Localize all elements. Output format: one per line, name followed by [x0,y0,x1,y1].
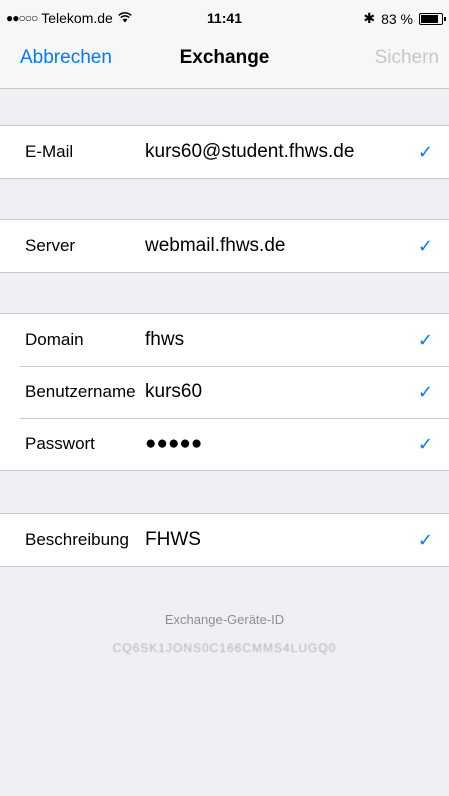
device-id-value: CQ6SK1JONS0C166CMMS4LUGQ0 [112,641,337,655]
server-field[interactable]: webmail.fhws.de [145,235,285,257]
email-group: E-Mail kurs60@student.fhws.de ✓ [0,125,449,179]
description-field[interactable]: FHWS [145,529,201,551]
battery-percent: 83 % [381,10,413,27]
username-label: Benutzername [25,382,136,401]
checkmark-icon: ✓ [417,529,433,550]
checkmark-icon: ✓ [417,329,433,350]
username-field[interactable]: kurs60 [145,381,202,403]
device-id-label: Exchange-Geräte-ID [164,612,285,627]
email-label: E-Mail [25,142,74,161]
domain-row[interactable]: Domain fhws ✓ [0,314,449,366]
checkmark-icon: ✓ [417,381,433,402]
checkmark-icon: ✓ [417,141,433,162]
battery-fill [421,14,438,23]
email-row[interactable]: E-Mail kurs60@student.fhws.de ✓ [0,126,449,178]
description-label: Beschreibung [25,530,129,549]
status-bar: ●●○○○ Telekom.de 11:41 ✱ 83 % [0,0,449,34]
bluetooth-icon: ✱ [363,10,376,26]
credentials-group: Domain fhws ✓ Benutzername kurs60 ✓ Pass… [0,313,449,471]
description-row[interactable]: Beschreibung FHWS ✓ [0,514,449,566]
domain-field[interactable]: fhws [145,329,184,351]
save-button[interactable]: Sichern [375,47,439,69]
checkmark-icon: ✓ [417,235,433,256]
checkmark-icon: ✓ [417,433,433,454]
description-group: Beschreibung FHWS ✓ [0,513,449,567]
status-right: ✱ 83 % [363,10,446,27]
password-row[interactable]: Passwort ●●●●● ✓ [0,418,449,470]
server-row[interactable]: Server webmail.fhws.de ✓ [0,220,449,272]
battery-icon [419,12,446,25]
domain-label: Domain [25,330,84,349]
top-bar: ●●○○○ Telekom.de 11:41 ✱ 83 % Abbrechen … [0,0,449,89]
password-label: Passwort [25,434,95,453]
username-row[interactable]: Benutzername kurs60 ✓ [0,366,449,418]
server-label: Server [25,236,76,255]
server-group: Server webmail.fhws.de ✓ [0,219,449,273]
email-field[interactable]: kurs60@student.fhws.de [145,141,354,163]
password-field[interactable]: ●●●●● [145,433,202,455]
